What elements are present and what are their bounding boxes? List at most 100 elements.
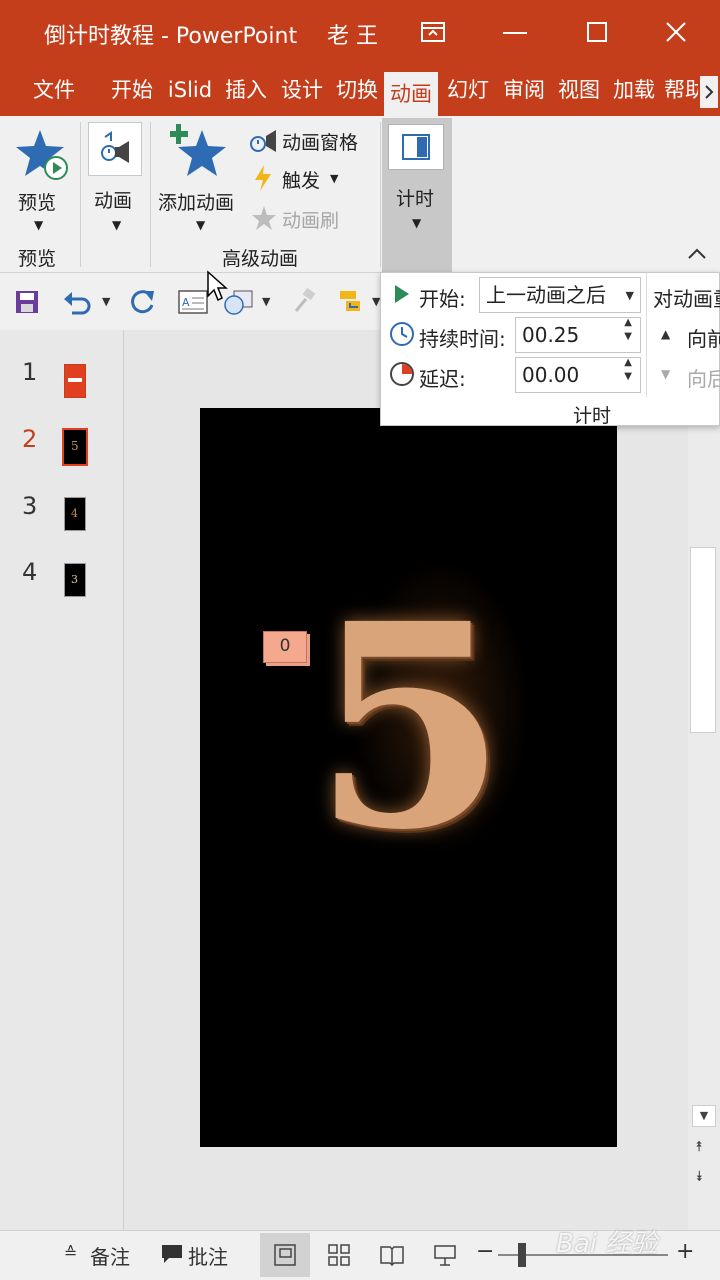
add-animation-button[interactable]: 添加动画 ▼ (156, 120, 246, 232)
tab-help[interactable]: 帮助 (664, 68, 698, 116)
minimize-icon[interactable] (500, 22, 530, 46)
slide-sorter-icon[interactable] (327, 1243, 351, 1271)
watermark: Bai 经验 (556, 1229, 658, 1259)
trigger-label: 触发 (282, 170, 321, 192)
duration-spinner-icon[interactable]: ▲ ▼ (624, 316, 632, 344)
tab-islide[interactable]: iSlid (162, 68, 218, 116)
thumb-glyph: 3 (71, 573, 78, 586)
normal-view-button[interactable] (260, 1233, 310, 1277)
preview-button[interactable]: 预览 ▼ (10, 124, 74, 234)
tab-insert[interactable]: 插入 (220, 68, 272, 116)
tab-transitions[interactable]: 切换 (332, 68, 382, 116)
collapse-ribbon-icon[interactable] (686, 246, 708, 266)
countdown-number[interactable]: 5 (310, 583, 510, 873)
save-icon[interactable] (14, 289, 40, 319)
redo-icon[interactable] (128, 287, 158, 321)
animation-order-tag[interactable]: 0 (263, 631, 307, 663)
group-divider (150, 122, 151, 267)
chevron-down-icon: ▼ (196, 218, 206, 232)
scroll-down-icon[interactable]: ▼ (692, 1105, 716, 1127)
comments-label: 批注 (188, 1245, 228, 1269)
arrange-icon[interactable] (336, 287, 366, 321)
duration-label: 持续时间: (419, 327, 506, 351)
tab-review[interactable]: 审阅 (498, 68, 550, 116)
user-name[interactable]: 老 王 (327, 18, 378, 50)
maximize-icon[interactable] (585, 20, 609, 48)
animation-gallery-box (88, 122, 142, 176)
chevron-down-icon: ▼ (412, 216, 422, 230)
format-painter-icon (290, 287, 318, 319)
chevron-down-icon: ▼ (625, 289, 634, 302)
delay-input[interactable]: 00.00 ▲ ▼ (515, 357, 641, 393)
start-label: 开始: (419, 287, 466, 311)
duration-value: 00.25 (522, 323, 580, 347)
lightning-icon (252, 164, 274, 196)
trigger-button[interactable]: 触发 ▼ (248, 162, 348, 194)
notes-button[interactable]: ≙ 备注 (62, 1239, 142, 1271)
timing-button[interactable]: 计时 ▼ (382, 118, 452, 273)
animation-painter-label: 动画刷 (282, 210, 340, 232)
animation-styles-button[interactable]: 动画 ▼ (86, 120, 146, 232)
ribbon-tabs: 文件 开始 iSlid 插入 设计 切换 动画 幻灯 审阅 视图 加载 帮助 (0, 68, 720, 116)
move-later-label: 向后 (687, 367, 720, 391)
notes-label: 备注 (90, 1245, 130, 1269)
notes-icon: ≙ (64, 1243, 78, 1262)
animation-pane-button[interactable]: 动画窗格 (248, 124, 374, 156)
previous-slide-icon[interactable]: ⯭ (695, 1139, 703, 1155)
slide-thumbnail-panel: 1 2 5 3 4 4 3 (0, 330, 124, 1230)
star-play-icon (14, 126, 70, 186)
tab-slideshow[interactable]: 幻灯 (442, 68, 494, 116)
shapes-dropdown-icon[interactable]: ▼ (262, 295, 270, 308)
slide-canvas[interactable]: 0 5 (200, 408, 617, 1147)
clock-icon (389, 321, 415, 351)
comment-icon (160, 1243, 184, 1269)
comments-button[interactable]: 批注 (158, 1239, 238, 1271)
tab-animations[interactable]: 动画 (384, 72, 438, 116)
animation-pane-icon (248, 126, 278, 158)
timing-icon (388, 124, 444, 170)
reading-view-icon[interactable] (379, 1243, 405, 1271)
mouse-cursor-icon (206, 270, 230, 308)
tab-home[interactable]: 开始 (104, 68, 160, 116)
chevron-down-icon: ▼ (112, 218, 122, 232)
slide-thumbnail-1[interactable] (64, 364, 86, 398)
animation-label: 动画 (94, 190, 133, 212)
chevron-down-icon: ▼ (330, 172, 339, 185)
slide-thumbnail-4[interactable]: 3 (64, 563, 86, 597)
tab-design[interactable]: 设计 (276, 68, 328, 116)
ribbon-display-options-icon[interactable] (420, 20, 446, 48)
group-divider (646, 273, 647, 397)
thumb-glyph: 5 (71, 439, 79, 453)
undo-icon[interactable] (62, 289, 92, 319)
delay-spinner-icon[interactable]: ▲ ▼ (624, 356, 632, 384)
slide-thumbnail-2[interactable]: 5 (62, 428, 88, 466)
zoom-out-icon[interactable]: − (476, 1239, 494, 1264)
slide-number: 4 (22, 558, 38, 586)
undo-dropdown-icon[interactable]: ▼ (102, 295, 110, 308)
next-slide-icon[interactable]: ⯯ (695, 1169, 703, 1185)
group-divider (80, 122, 81, 267)
text-box-icon[interactable]: A (178, 289, 208, 319)
slideshow-icon[interactable] (433, 1243, 457, 1271)
advanced-group-label: 高级动画 (222, 248, 299, 270)
slide-thumbnail-3[interactable]: 4 (64, 497, 86, 531)
slide-number: 1 (22, 358, 38, 386)
tab-file[interactable]: 文件 (18, 68, 90, 116)
zoom-slider-thumb[interactable] (518, 1243, 526, 1267)
close-icon[interactable] (664, 20, 688, 48)
timing-group-label: 计时 (573, 405, 612, 427)
tab-addins[interactable]: 加载 (608, 68, 660, 116)
tab-view[interactable]: 视图 (554, 68, 604, 116)
animation-painter-button: 动画刷 (248, 202, 358, 234)
scroll-thumb[interactable] (690, 547, 716, 733)
tabs-scroll-right-button[interactable] (700, 76, 718, 108)
duration-input[interactable]: 00.25 ▲ ▼ (515, 317, 641, 353)
start-select[interactable]: 上一动画之后 ▼ (479, 277, 641, 313)
chevron-down-icon: ▼ (34, 218, 44, 232)
move-earlier-label: 向前 (687, 327, 720, 351)
zoom-in-icon[interactable]: + (676, 1239, 694, 1264)
move-earlier-button[interactable]: ▲ 向前 (661, 321, 720, 351)
thumb-glyph: 4 (71, 507, 78, 520)
group-divider (380, 122, 381, 267)
title-bar: 倒计时教程 - PowerPoint 老 王 (0, 0, 720, 68)
